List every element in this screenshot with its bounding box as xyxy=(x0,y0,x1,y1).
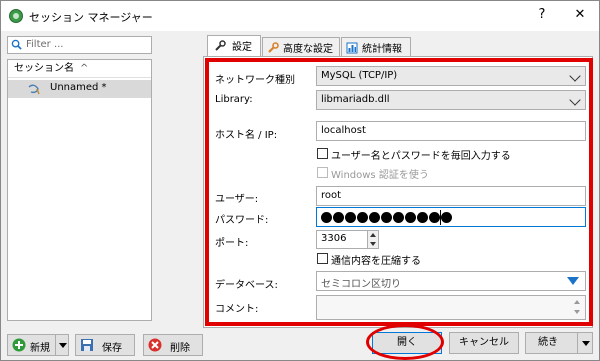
more-button-label: 続き xyxy=(538,337,558,348)
session-tree[interactable]: セッション名 ^ Unnamed * xyxy=(7,59,152,321)
title-bar: セッション マネージャー ? ✕ xyxy=(1,1,599,31)
chevron-down-icon[interactable] xyxy=(59,343,67,348)
split-divider xyxy=(55,335,56,355)
wrench-icon xyxy=(215,40,226,51)
chevron-down-icon[interactable] xyxy=(582,341,590,346)
save-button-label: 保存 xyxy=(102,343,122,354)
tab-statistics[interactable]: 統計情報 xyxy=(341,37,411,57)
window-title: セッション マネージャー xyxy=(29,11,153,24)
bar-chart-icon xyxy=(346,42,358,54)
annotation-highlight-ellipse xyxy=(366,324,444,360)
new-session-button[interactable]: 新規 xyxy=(7,334,69,356)
dolphin-session-icon xyxy=(28,84,40,95)
session-item-label: Unnamed * xyxy=(50,82,107,93)
tab-settings-label: 設定 xyxy=(232,42,252,53)
delete-button-label: 削除 xyxy=(170,343,190,354)
new-button-label: 新規 xyxy=(30,343,50,354)
session-name-column-header[interactable]: セッション名 ^ xyxy=(8,60,151,78)
filter-placeholder: Filter ... xyxy=(26,39,64,50)
session-manager-window: セッション マネージャー ? ✕ Filter ... セッション名 ^ Unna… xyxy=(0,0,600,361)
session-filter-input[interactable]: Filter ... xyxy=(7,36,152,54)
sort-ascending-icon: ^ xyxy=(80,63,89,74)
annotation-highlight-frame xyxy=(205,58,593,326)
cancel-button[interactable]: キャンセル xyxy=(449,332,519,354)
help-button[interactable]: ? xyxy=(528,5,556,25)
search-icon xyxy=(11,39,22,50)
more-button[interactable]: 続き xyxy=(525,332,593,354)
save-icon xyxy=(81,339,93,351)
heidisql-app-icon xyxy=(9,9,23,23)
delete-icon xyxy=(148,338,162,352)
split-divider xyxy=(577,333,578,353)
close-button[interactable]: ✕ xyxy=(566,5,594,25)
save-session-button[interactable]: 保存 xyxy=(75,334,135,356)
tab-advanced[interactable]: 高度な設定 xyxy=(262,37,340,57)
tab-settings[interactable]: 設定 xyxy=(207,35,261,57)
delete-session-button[interactable]: 削除 xyxy=(143,334,203,356)
add-icon xyxy=(12,338,26,352)
wrench-orange-icon xyxy=(268,42,279,53)
session-item-unnamed[interactable]: Unnamed * xyxy=(8,80,151,98)
column-header-label: セッション名 xyxy=(14,63,74,74)
